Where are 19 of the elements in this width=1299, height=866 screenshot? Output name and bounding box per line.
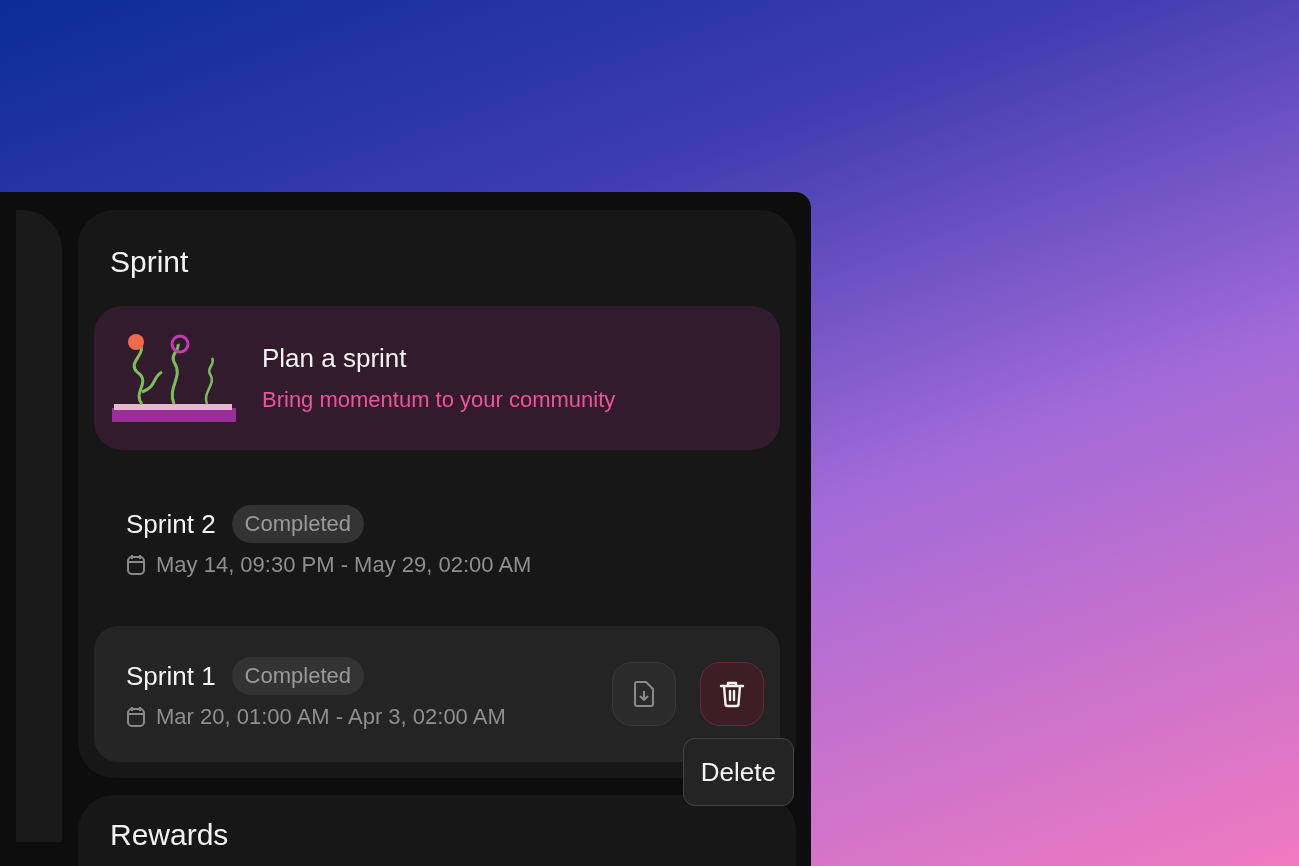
status-badge: Completed [231,505,364,543]
section-title: Rewards [110,818,229,851]
sprint-dates: May 14, 09:30 PM - May 29, 02:00 AM [156,551,532,579]
file-download-icon [632,680,656,708]
tooltip: Delete [682,738,794,806]
sprint-name: Sprint 2 [126,509,216,539]
banner-title: Plan a sprint [262,343,408,373]
sprint-dates: Mar 20, 01:00 AM - Apr 3, 02:00 AM [156,703,506,731]
calendar-icon [126,554,146,576]
banner-subtitle: Bring momentum to your community [262,387,616,413]
calendar-icon [126,706,146,728]
status-badge: Completed [231,657,364,695]
trash-icon [719,680,745,708]
plan-sprint-banner[interactable]: Plan a sprint Bring momentum to your community [94,306,780,450]
sprint-row[interactable]: Sprint 2 Completed May 14, 09:30 PM - May 29, 02:00 AM [94,474,780,610]
sprint-name: Sprint 1 [126,661,216,691]
export-button[interactable] [612,662,676,726]
section-title: Sprint [109,244,189,280]
delete-button[interactable] [700,662,764,726]
